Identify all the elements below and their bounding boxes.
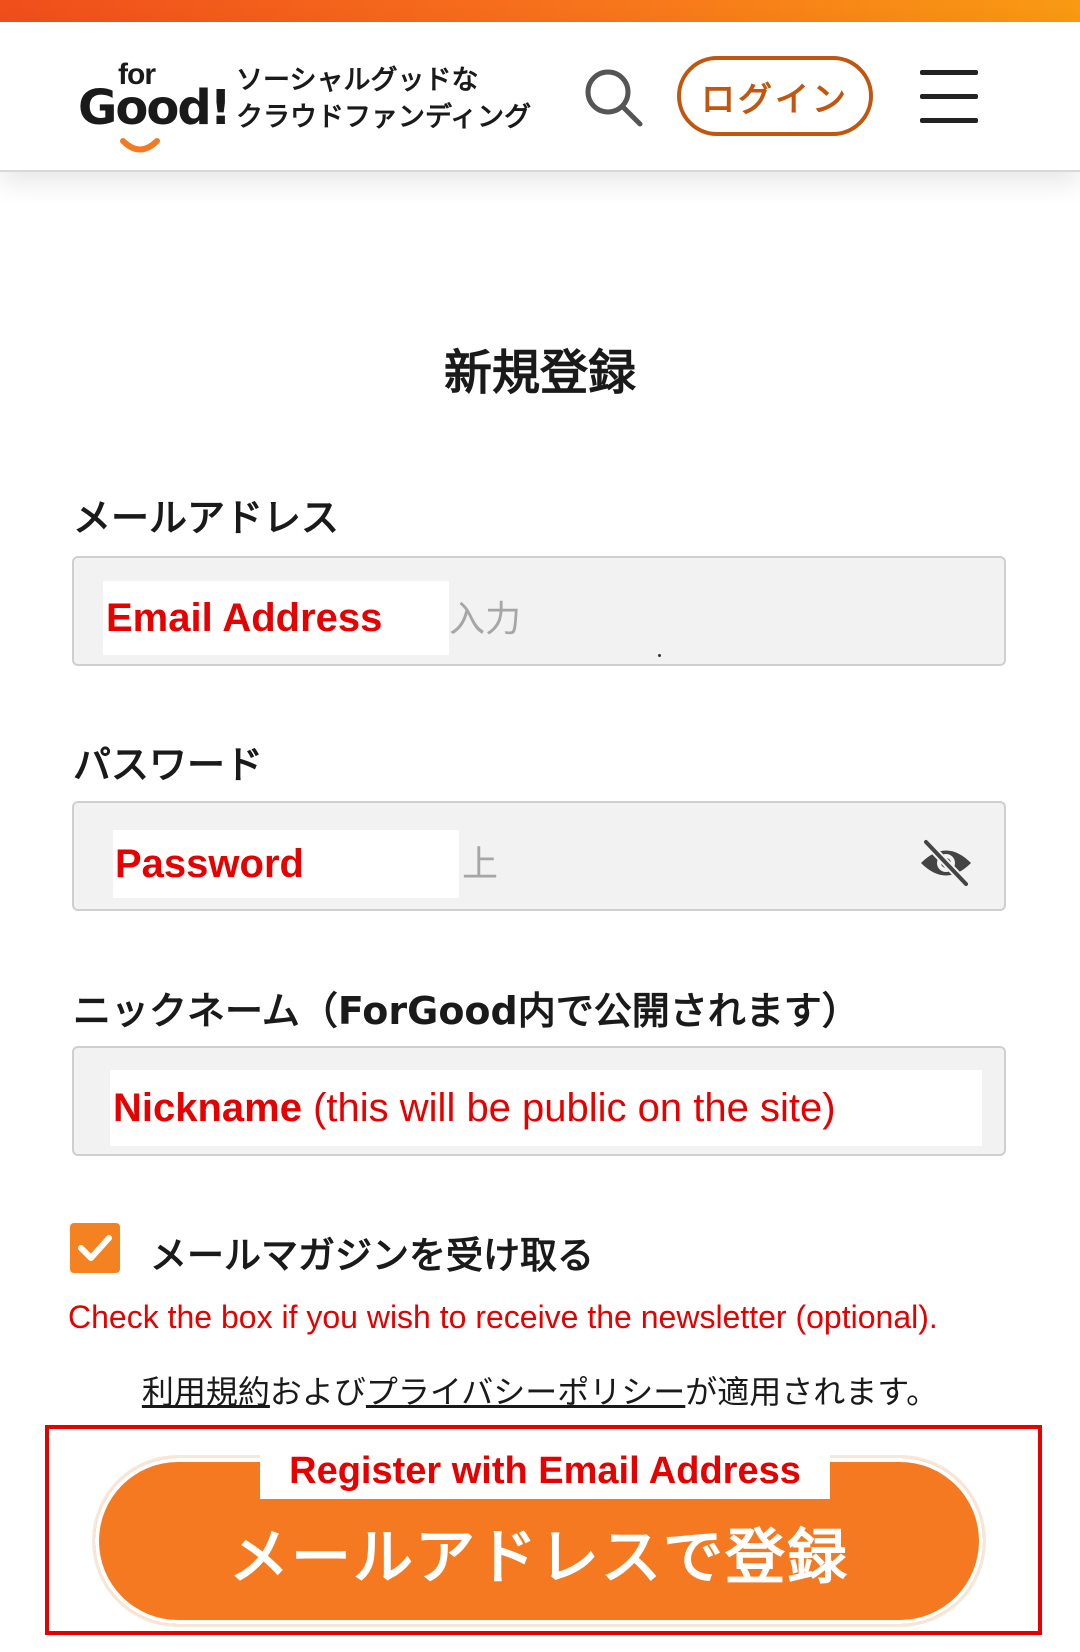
tagline-line-1: ソーシャルグッドな: [236, 65, 479, 96]
page-title: 新規登録: [443, 345, 636, 401]
newsletter-checkbox[interactable]: [70, 1223, 120, 1273]
terms-of-use-link[interactable]: 利用規約: [142, 1373, 270, 1411]
terms-suffix-text: が適用されます。: [685, 1373, 939, 1411]
register-annotation: Register with Email Address: [260, 1444, 830, 1499]
menu-button[interactable]: [920, 70, 980, 126]
login-button[interactable]: ログイン: [677, 56, 873, 136]
logo-good-text: Good!: [78, 80, 232, 136]
hamburger-menu-icon-bar: [920, 94, 978, 99]
nickname-label: ニックネーム（ForGood内で公開されます）: [73, 989, 860, 1033]
privacy-policy-link[interactable]: プライバシーポリシー: [366, 1373, 685, 1411]
hamburger-menu-icon-bar: [920, 118, 978, 123]
checkmark-icon: [78, 1235, 112, 1261]
password-label: パスワード: [73, 743, 264, 787]
site-header: for Good! ソーシャルグッドな クラウドファンディング ログイン: [0, 22, 1080, 172]
site-tagline: ソーシャルグッドな クラウドファンディング: [236, 62, 566, 136]
email-label: メールアドレス: [73, 496, 340, 540]
search-icon: [585, 69, 643, 127]
search-button[interactable]: [582, 66, 646, 130]
hamburger-menu-icon-bar: [920, 70, 978, 75]
nickname-annotation: Nickname (this will be public on the sit…: [110, 1070, 982, 1146]
logo-smile-icon: [120, 138, 160, 153]
register-button-label: メールアドレスで登録: [229, 1522, 849, 1593]
tagline-line-2: クラウドファンディング: [236, 102, 532, 133]
newsletter-label[interactable]: メールマガジンを受け取る: [150, 1225, 594, 1279]
email-annotation: Email Address: [103, 581, 449, 655]
password-placeholder: 上: [462, 844, 499, 885]
terms-and-text: および: [269, 1373, 366, 1411]
eye-slash-icon: [921, 839, 971, 887]
nickname-annotation-bold: Nickname: [113, 1085, 302, 1130]
forgood-logo[interactable]: for Good!: [78, 58, 232, 158]
top-gradient-bar: [0, 0, 1080, 22]
password-visibility-toggle[interactable]: [918, 838, 974, 888]
email-placeholder: 入力: [449, 599, 522, 640]
password-annotation: Password: [113, 830, 459, 898]
newsletter-annotation: Check the box if you wish to receive the…: [68, 1299, 938, 1335]
terms-notice: 利用規約およびプライバシーポリシーが適用されます。: [0, 1367, 1080, 1413]
field-dot: [658, 654, 661, 657]
nickname-annotation-rest: (this will be public on the site): [301, 1085, 836, 1130]
